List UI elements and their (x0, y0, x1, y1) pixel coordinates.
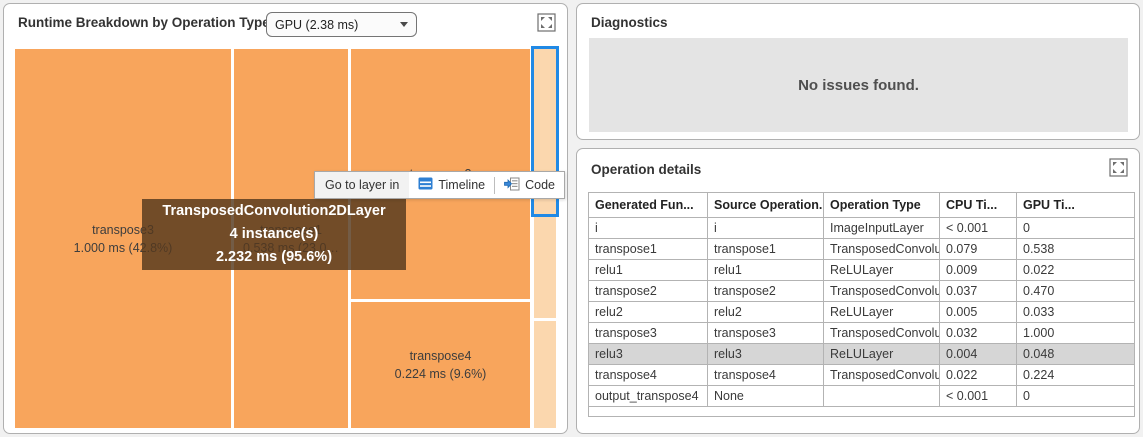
table-cell: 0 (1017, 386, 1135, 407)
table-cell (824, 386, 940, 407)
tooltip-instances: 4 instance(s) (230, 223, 319, 246)
table-cell: ReLULayer (824, 260, 940, 281)
table-cell: relu3 (708, 344, 824, 365)
table-cell: 0.033 (1017, 302, 1135, 323)
column-header-gpu-time[interactable]: GPU Ti... (1017, 193, 1135, 218)
table-cell: relu2 (589, 302, 708, 323)
table-cell: ReLULayer (824, 302, 940, 323)
table-cell: < 0.001 (940, 218, 1017, 239)
table-cell: TransposedConvolut... (824, 239, 940, 260)
diagnostics-message: No issues found. (798, 77, 919, 94)
tooltip-total-time: 2.232 ms (95.6%) (216, 246, 332, 269)
table-cell: transpose2 (589, 281, 708, 302)
runtime-breakdown-panel: Runtime Breakdown by Operation Type GPU … (3, 3, 568, 434)
diagnostics-message-box: No issues found. (589, 38, 1128, 132)
operation-details-panel: Operation details Generated Fun... Sourc… (576, 148, 1140, 434)
operation-details-table: Generated Fun... Source Operation... Ope… (588, 192, 1135, 417)
chevron-down-icon (400, 22, 408, 27)
timeline-button[interactable]: Timeline (409, 172, 494, 198)
diagnostics-panel: Diagnostics No issues found. (576, 3, 1140, 140)
table-row[interactable]: transpose3transpose3TransposedConvolut..… (589, 323, 1135, 344)
table-cell: 0.079 (940, 239, 1017, 260)
code-button[interactable]: Code (495, 172, 564, 198)
treemap-block-relu1[interactable] (534, 321, 556, 428)
treemap-block-transpose4[interactable]: transpose4 0.224 ms (9.6%) (351, 302, 530, 428)
table-row[interactable]: relu2relu2ReLULayer0.0050.033 (589, 302, 1135, 323)
expand-icon[interactable] (1109, 158, 1128, 177)
timeline-button-label: Timeline (438, 178, 485, 192)
block-value: 0.224 ms (9.6%) (395, 365, 487, 383)
column-header-cpu-time[interactable]: CPU Ti... (940, 193, 1017, 218)
table-cell: 0.470 (1017, 281, 1135, 302)
table-header-row: Generated Fun... Source Operation... Ope… (589, 193, 1135, 218)
table-cell: 0.538 (1017, 239, 1135, 260)
table-row[interactable]: iiImageInputLayer< 0.0010 (589, 218, 1135, 239)
device-dropdown[interactable]: GPU (2.38 ms) (266, 12, 417, 37)
table-cell: relu1 (708, 260, 824, 281)
table-filler-row (589, 407, 1135, 417)
column-header-generated-function[interactable]: Generated Fun... (589, 193, 708, 218)
tooltip-layer-type: TransposedConvolution2DLayer (162, 200, 385, 223)
panel-title: Runtime Breakdown by Operation Type (18, 15, 270, 30)
timeline-icon (418, 177, 433, 193)
table-cell: transpose4 (708, 365, 824, 386)
table-cell: TransposedConvolut... (824, 365, 940, 386)
table-cell: transpose4 (589, 365, 708, 386)
go-to-layer-popup: Go to layer in Timeline (314, 171, 565, 199)
table-cell: i (589, 218, 708, 239)
table-cell: 0.022 (940, 365, 1017, 386)
table-cell: i (708, 218, 824, 239)
table-cell: ImageInputLayer (824, 218, 940, 239)
table-cell: transpose1 (708, 239, 824, 260)
block-label: transpose4 (410, 347, 472, 365)
table-row[interactable]: relu3relu3ReLULayer0.0040.048 (589, 344, 1135, 365)
table-row[interactable]: transpose1transpose1TransposedConvolut..… (589, 239, 1135, 260)
expand-icon[interactable] (537, 13, 556, 32)
table-cell: 0.004 (940, 344, 1017, 365)
table-cell: 0.005 (940, 302, 1017, 323)
panel-title: Diagnostics (591, 15, 668, 30)
treemap-tooltip: TransposedConvolution2DLayer 4 instance(… (142, 199, 406, 270)
table-row[interactable]: transpose4transpose4TransposedConvolut..… (589, 365, 1135, 386)
operation-table-body: iiImageInputLayer< 0.0010transpose1trans… (589, 218, 1135, 407)
table-row[interactable]: transpose2transpose2TransposedConvolut..… (589, 281, 1135, 302)
panel-title: Operation details (591, 162, 701, 177)
table-row[interactable]: output_transpose4None < 0.0010 (589, 386, 1135, 407)
table-cell: 0.037 (940, 281, 1017, 302)
go-to-layer-label: Go to layer in (315, 172, 409, 198)
column-header-operation-type[interactable]: Operation Type (824, 193, 940, 218)
table-cell: relu1 (589, 260, 708, 281)
table-cell: 0.224 (1017, 365, 1135, 386)
table-cell: 0.009 (940, 260, 1017, 281)
table-cell: transpose2 (708, 281, 824, 302)
table-cell: ReLULayer (824, 344, 940, 365)
table-cell: TransposedConvolut... (824, 281, 940, 302)
table-cell: 0.032 (940, 323, 1017, 344)
code-button-label: Code (525, 178, 555, 192)
table-cell: < 0.001 (940, 386, 1017, 407)
table-row[interactable]: relu1relu1ReLULayer0.0090.022 (589, 260, 1135, 281)
column-header-source-operation[interactable]: Source Operation... (708, 193, 824, 218)
table-cell: None (708, 386, 824, 407)
table-cell: TransposedConvolut... (824, 323, 940, 344)
table-cell: output_transpose4 (589, 386, 708, 407)
table-cell: 0.022 (1017, 260, 1135, 281)
treemap-block-relu2[interactable] (534, 217, 556, 318)
table-cell: relu2 (708, 302, 824, 323)
table-cell: transpose3 (589, 323, 708, 344)
device-dropdown-value: GPU (2.38 ms) (275, 18, 396, 32)
table-cell: transpose1 (589, 239, 708, 260)
table-cell: 0 (1017, 218, 1135, 239)
table-cell: relu3 (589, 344, 708, 365)
table-cell: 1.000 (1017, 323, 1135, 344)
table-cell: transpose3 (708, 323, 824, 344)
code-icon (504, 177, 520, 194)
table-cell: 0.048 (1017, 344, 1135, 365)
